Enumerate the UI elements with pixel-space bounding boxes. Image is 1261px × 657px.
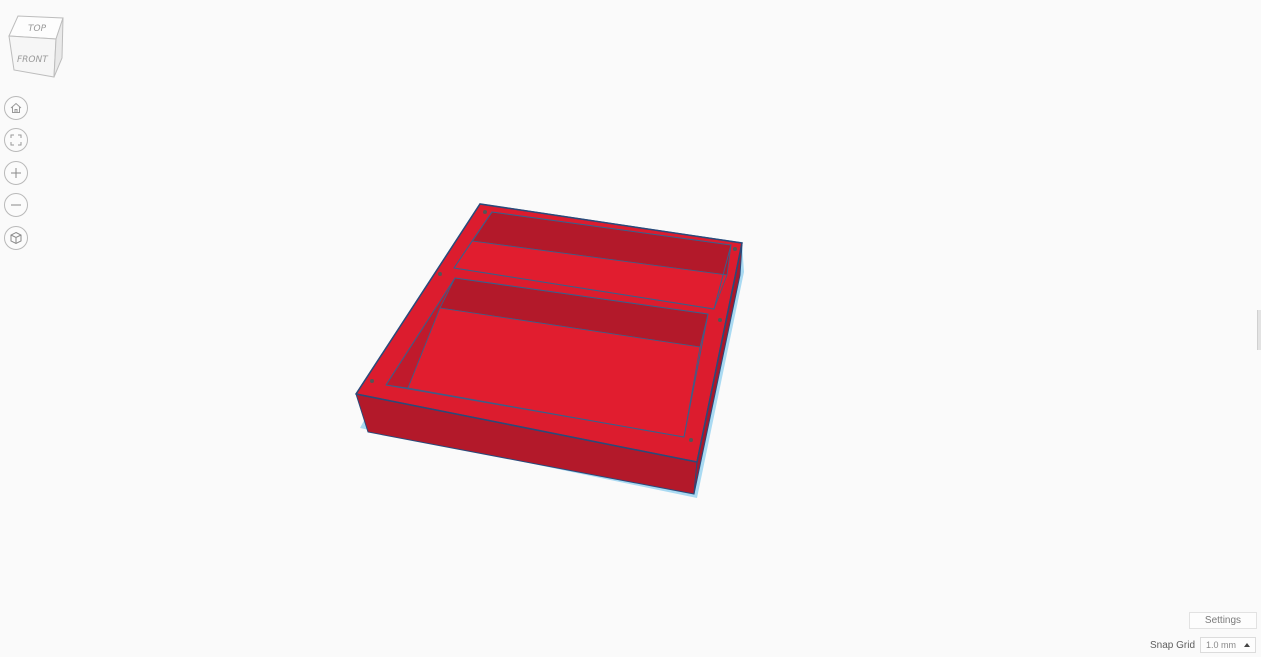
settings-button[interactable]: Settings: [1189, 612, 1257, 629]
minus-icon: [11, 204, 21, 206]
snap-grid-dropdown[interactable]: 1.0 mm: [1200, 637, 1257, 653]
corner-handle[interactable]: [370, 379, 374, 383]
home-icon: [10, 102, 22, 113]
corner-handle[interactable]: [733, 247, 737, 251]
snap-grid-control: Snap Grid 1.0 mm: [1150, 636, 1257, 654]
view-cube-front-label: FRONT: [17, 55, 49, 65]
workplane-viewport[interactable]: TOP FRONT Settings Snap Grid 1.0 mm: [0, 0, 1261, 657]
cube-projection-icon: [10, 231, 22, 245]
snap-grid-value: 1.0 mm: [1206, 640, 1237, 650]
fit-all-button[interactable]: [4, 128, 28, 152]
caret-up-icon: [1244, 643, 1251, 647]
home-view-button[interactable]: [4, 96, 28, 120]
corner-handle[interactable]: [718, 318, 722, 322]
3d-scene[interactable]: [0, 0, 1261, 657]
view-cube-top-label: TOP: [28, 24, 47, 34]
side-panel-handle[interactable]: [1257, 310, 1261, 350]
zoom-in-button[interactable]: [4, 161, 28, 185]
perspective-toggle-button[interactable]: [4, 226, 28, 250]
plus-icon: [11, 168, 21, 178]
view-cube[interactable]: TOP FRONT: [6, 12, 68, 82]
corner-handle[interactable]: [689, 438, 693, 442]
snap-grid-label: Snap Grid: [1150, 639, 1196, 651]
corner-handle[interactable]: [438, 272, 442, 276]
corner-handle[interactable]: [483, 210, 487, 214]
fit-view-icon: [10, 134, 22, 146]
zoom-out-button[interactable]: [4, 193, 28, 217]
